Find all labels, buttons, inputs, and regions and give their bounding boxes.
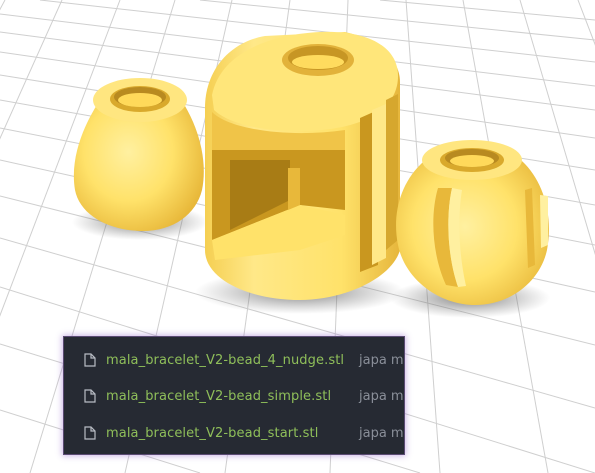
bead-left-model <box>73 78 204 232</box>
file-name: mala_bracelet_V2-bead_simple.stl <box>106 388 332 404</box>
file-list-panel: mala_bracelet_V2-bead_4_nudge.stl japa m… <box>64 337 404 454</box>
file-name: mala_bracelet_V2-bead_start.stl <box>106 425 319 441</box>
file-folder: japa ma <box>359 388 404 404</box>
file-folder: japa ma <box>359 352 404 368</box>
spacer-model <box>205 31 400 300</box>
file-folder: japa ma <box>359 425 404 441</box>
file-icon <box>84 426 96 440</box>
bead-right-model <box>396 140 549 305</box>
file-row[interactable]: mala_bracelet_V2-bead_start.stl japa ma <box>64 420 404 446</box>
file-icon <box>84 389 96 403</box>
file-name: mala_bracelet_V2-bead_4_nudge.stl <box>106 352 345 368</box>
file-row[interactable]: mala_bracelet_V2-bead_4_nudge.stl japa m… <box>64 347 404 373</box>
file-row[interactable]: mala_bracelet_V2-bead_simple.stl japa ma <box>64 383 404 409</box>
file-icon <box>84 353 96 367</box>
